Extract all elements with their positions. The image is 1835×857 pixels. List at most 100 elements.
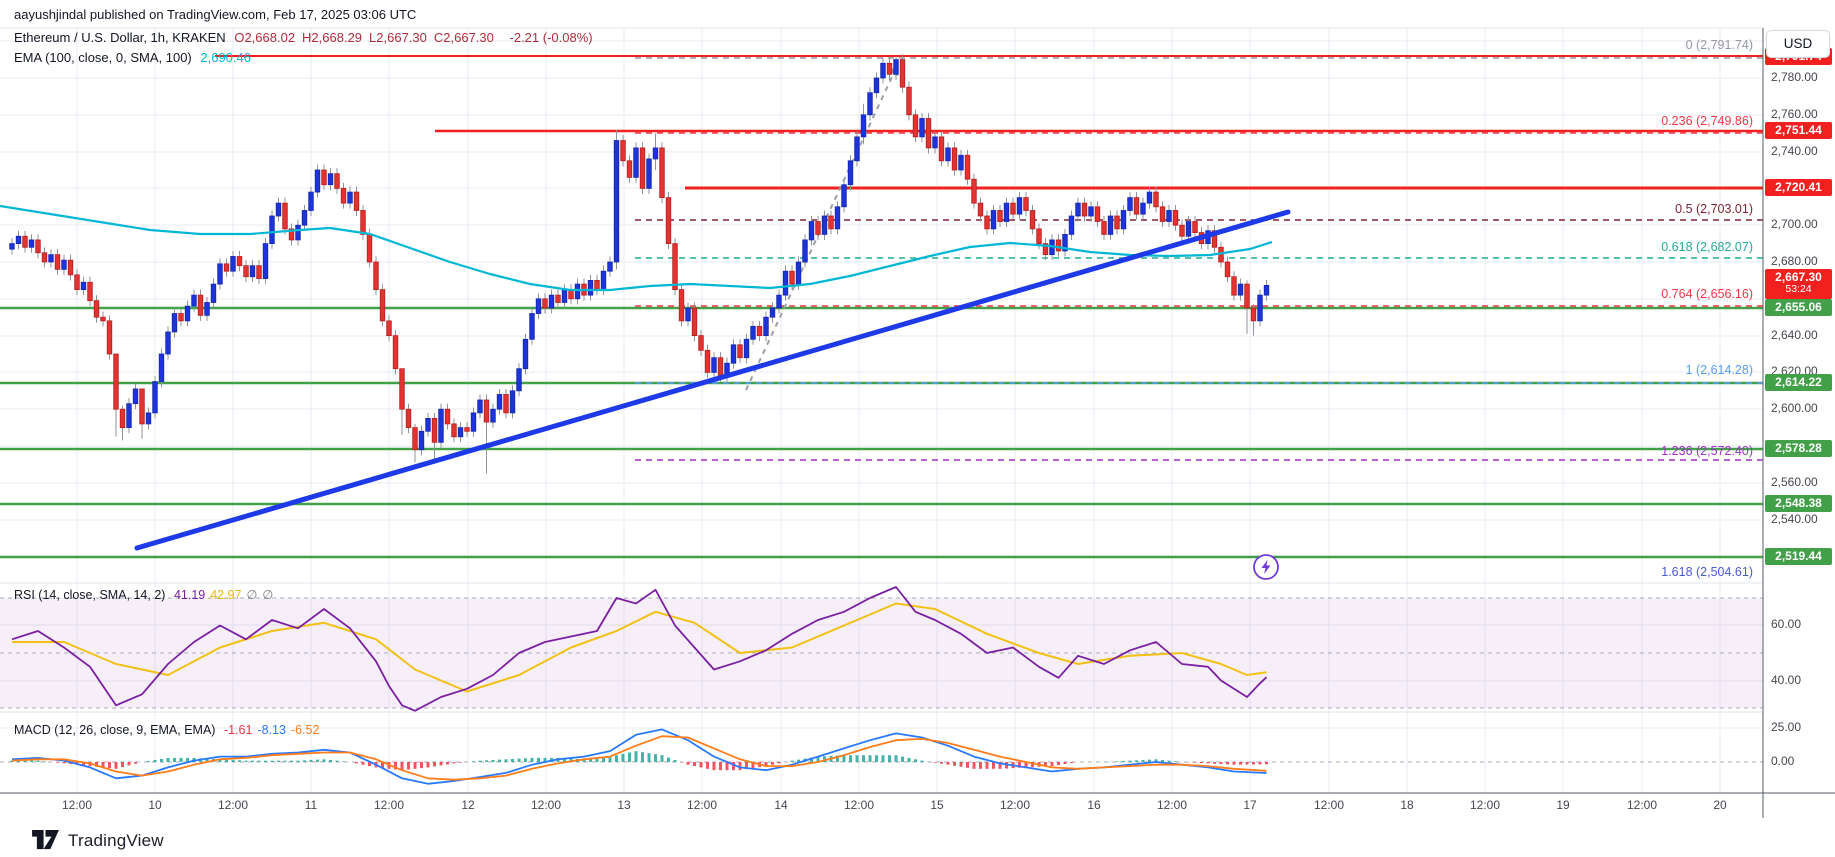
candle bbox=[438, 408, 444, 443]
candle bbox=[522, 338, 529, 370]
price-tick-label: 25.00 bbox=[1771, 720, 1802, 734]
time-tick-label: 20 bbox=[1713, 798, 1727, 812]
candle bbox=[808, 221, 815, 241]
rsi-title: RSI (14, close, SMA, 14, 2) bbox=[14, 588, 166, 602]
candle bbox=[191, 294, 197, 307]
currency-button[interactable]: USD bbox=[1766, 30, 1830, 58]
candle bbox=[223, 263, 230, 272]
candle bbox=[899, 59, 906, 88]
ohlc-values: O2,668.02 H2,668.29 L2,667.30 C2,667.30 bbox=[234, 30, 501, 45]
candle bbox=[542, 298, 548, 309]
published-header: aayushjindal published on TradingView.co… bbox=[14, 7, 417, 22]
time-tick-label: 12:00 bbox=[1469, 798, 1501, 812]
candle bbox=[210, 283, 217, 303]
candle bbox=[646, 158, 652, 189]
time-tick-label: 12:00 bbox=[1313, 798, 1345, 812]
candle bbox=[74, 274, 80, 291]
fib-level-label: 0.764 (2,656.16) bbox=[1661, 287, 1753, 301]
fib-level-label: 0.5 (2,703.01) bbox=[1675, 202, 1753, 216]
time-tick-label: 10 bbox=[148, 798, 162, 812]
price-axis[interactable]: 2,780.00 2,760.00 2,740.00 2,700.00 2,680.00… bbox=[1763, 28, 1835, 818]
candle bbox=[977, 202, 984, 217]
candle bbox=[87, 281, 93, 302]
candle bbox=[451, 423, 457, 438]
candle bbox=[633, 147, 639, 178]
watermark[interactable]: TradingView bbox=[32, 829, 164, 852]
candle bbox=[1166, 210, 1172, 222]
fib-level-label: 0.618 (2,682.07) bbox=[1661, 240, 1753, 254]
candle bbox=[171, 313, 178, 333]
candle bbox=[984, 215, 990, 230]
candle bbox=[321, 169, 327, 186]
candle bbox=[405, 408, 412, 429]
candle bbox=[639, 147, 646, 189]
indicator-value: 41.19 bbox=[173, 588, 206, 602]
candle bbox=[1023, 197, 1029, 211]
time-tick-label: 12:00 bbox=[373, 798, 405, 812]
symbol-title: Ethereum / U.S. Dollar, 1h, KRAKEN bbox=[14, 30, 226, 45]
candle bbox=[685, 307, 691, 322]
candle bbox=[860, 114, 867, 138]
candle bbox=[1068, 215, 1075, 235]
candle bbox=[256, 265, 262, 279]
candle bbox=[873, 77, 880, 94]
time-tick-label: 18 bbox=[1400, 798, 1414, 812]
indicator-value: -6.52 bbox=[290, 723, 320, 737]
candle bbox=[555, 294, 561, 303]
candle bbox=[769, 307, 776, 318]
candle bbox=[1016, 197, 1023, 215]
rsi-legend[interactable]: RSI (14, close, SMA, 14, 2) 41.19 42.97 ∅ ∅ bbox=[14, 587, 283, 602]
candle bbox=[1003, 202, 1010, 222]
candle bbox=[327, 173, 334, 186]
candle bbox=[1179, 224, 1185, 237]
time-tick-label: 12:00 bbox=[999, 798, 1031, 812]
price-level-badge: 2,578.28 bbox=[1765, 440, 1832, 457]
candle bbox=[366, 233, 373, 263]
candle bbox=[139, 388, 145, 425]
candle bbox=[997, 210, 1003, 222]
candle bbox=[665, 197, 672, 245]
candle bbox=[93, 300, 100, 318]
candle bbox=[711, 357, 717, 373]
candle bbox=[1114, 215, 1120, 230]
indicator-value: -8.13 bbox=[257, 723, 286, 737]
candle bbox=[672, 243, 678, 291]
price-level-badge: 2,519.44 bbox=[1765, 548, 1832, 565]
candle bbox=[698, 335, 704, 351]
candle bbox=[737, 344, 743, 359]
symbol-legend[interactable]: Ethereum / U.S. Dollar, 1h, KRAKEN O2,66… bbox=[14, 30, 598, 45]
candle bbox=[659, 147, 665, 198]
candle bbox=[704, 349, 711, 373]
candle bbox=[301, 210, 308, 226]
candle bbox=[1120, 210, 1127, 230]
candle bbox=[1010, 202, 1016, 215]
candle bbox=[1185, 221, 1192, 237]
candle bbox=[80, 281, 87, 290]
candle bbox=[1081, 202, 1088, 217]
candle bbox=[496, 394, 503, 410]
fib-level-label: 1.236 (2,572.40) bbox=[1661, 444, 1753, 458]
candle bbox=[399, 368, 405, 410]
candle bbox=[652, 147, 659, 160]
macd-legend[interactable]: MACD (12, 26, close, 9, EMA, EMA) -1.61-… bbox=[14, 723, 329, 737]
macd-pane bbox=[0, 728, 1763, 785]
price-tick-label: 2,780.00 bbox=[1771, 70, 1818, 84]
time-tick-label: 12:00 bbox=[217, 798, 249, 812]
candle bbox=[392, 335, 399, 370]
time-tick-label: 12:00 bbox=[530, 798, 562, 812]
candle bbox=[893, 59, 899, 75]
candle bbox=[249, 265, 256, 278]
time-tick-label: 17 bbox=[1243, 798, 1257, 812]
candle bbox=[106, 320, 113, 355]
fib-level-label: 1.618 (2,504.61) bbox=[1661, 565, 1753, 579]
candle bbox=[867, 92, 873, 116]
candle bbox=[1257, 294, 1263, 322]
candle bbox=[353, 191, 360, 211]
ohlc-item: L2,667.30 bbox=[369, 30, 427, 45]
candle bbox=[964, 154, 971, 180]
price-tick-label: 2,740.00 bbox=[1771, 144, 1818, 158]
indicator-value: ∅ bbox=[262, 588, 274, 602]
ema-legend[interactable]: EMA (100, close, 0, SMA, 100) 2,690.46 bbox=[14, 50, 256, 65]
candle bbox=[431, 417, 438, 443]
boost-icon bbox=[1253, 554, 1279, 580]
